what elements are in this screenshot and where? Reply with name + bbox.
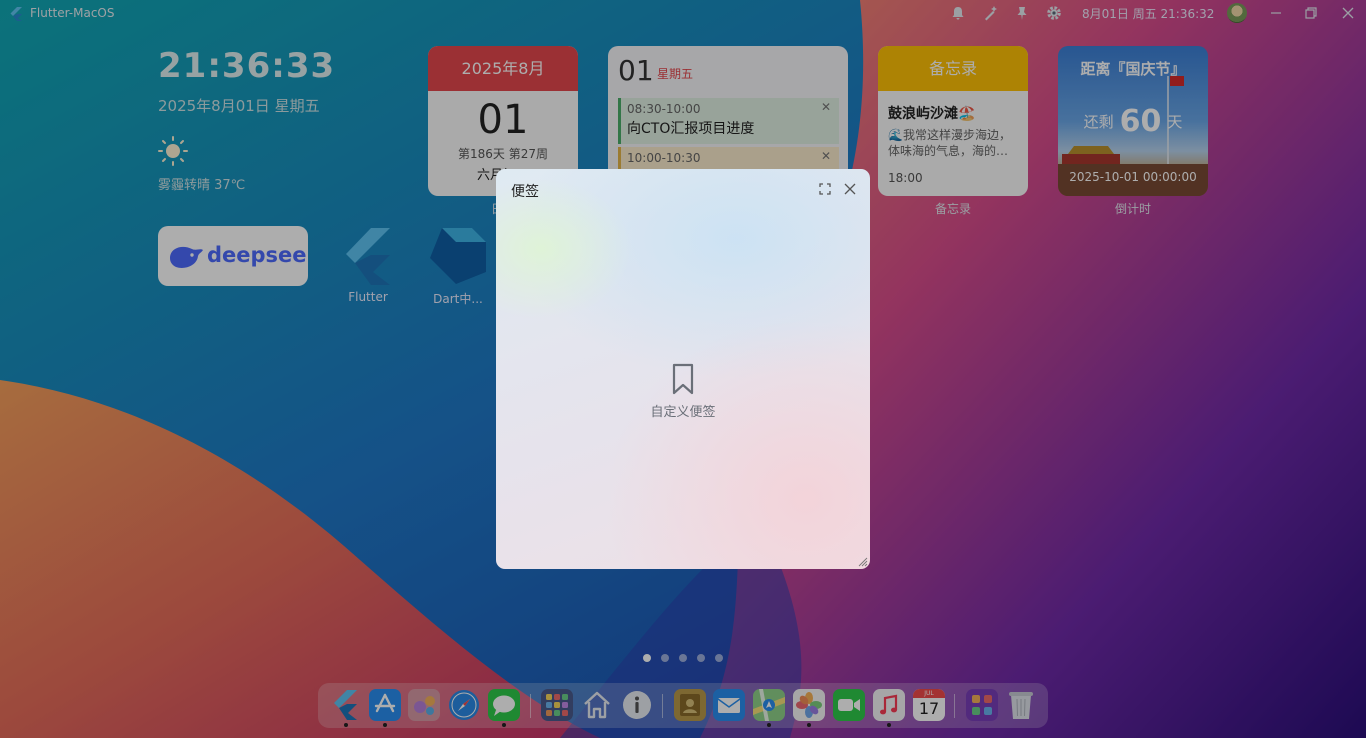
schedule-item-time: 10:00-10:30 (627, 151, 701, 165)
countdown-suffix: 天 (1167, 113, 1183, 131)
resize-grip-icon[interactable] (858, 557, 868, 567)
flutter-icon[interactable] (330, 689, 362, 721)
info-icon[interactable] (621, 689, 653, 721)
page-indicator (643, 654, 727, 664)
flutter-logo-icon (10, 7, 22, 21)
deepseek-whale-icon (170, 246, 203, 268)
window-close-icon[interactable] (1340, 5, 1356, 21)
mail-icon[interactable] (713, 689, 745, 721)
launchpad-icon[interactable] (541, 689, 573, 721)
running-indicator (807, 723, 811, 727)
clock-time: 21:36:33 (158, 46, 336, 86)
schedule-item-title: 向CTO汇报项目进度 (627, 121, 755, 137)
app-name: Flutter-MacOS (30, 6, 115, 20)
countdown-date: 2025-10-01 00:00:00 (1069, 170, 1197, 184)
app-store-icon[interactable] (369, 689, 401, 721)
schedule-item-time: 08:30-10:00 (627, 102, 701, 116)
sticky-note-dialog: 便签 自定义便签 (496, 169, 870, 569)
running-indicator (887, 723, 891, 727)
page-dot[interactable] (643, 654, 651, 662)
avatar[interactable] (1227, 3, 1247, 23)
music-icon[interactable] (873, 689, 905, 721)
countdown-days: 60 (1119, 104, 1162, 139)
safari-icon[interactable] (448, 689, 480, 721)
page-dot[interactable] (679, 654, 687, 662)
game-center-icon[interactable] (408, 689, 440, 721)
flutter-app-icon[interactable] (338, 226, 398, 286)
calendar-header: 2025年8月 (428, 46, 578, 91)
apps-folder-icon[interactable] (966, 689, 998, 721)
empty-note-label: 自定义便签 (650, 405, 716, 420)
running-indicator (502, 723, 506, 727)
dock-separator (954, 694, 955, 718)
calendar-icon-day: 17 (918, 699, 940, 718)
deepseek-app[interactable]: deepseek (158, 226, 308, 286)
memo-body: 🌊我常这样漫步海边，体味海的气息，海的… (888, 128, 1011, 158)
remove-icon[interactable]: ✕ (821, 149, 831, 163)
running-indicator (767, 723, 771, 727)
menubar-datetime: 8月01日 周五 21:36:32 (1082, 7, 1215, 21)
countdown-remaining: 还剩 60 天 (1058, 104, 1208, 139)
schedule-weekday: 星期五 (657, 67, 694, 81)
fullscreen-icon[interactable] (817, 181, 833, 197)
running-indicator (344, 723, 348, 727)
running-indicator (383, 723, 387, 727)
countdown-prefix: 还剩 (1083, 113, 1114, 131)
contacts-icon[interactable] (674, 689, 706, 721)
countdown-title: 距离『国庆节』 (1080, 60, 1186, 78)
remove-icon[interactable]: ✕ (821, 100, 831, 114)
clock-date: 2025年8月01日 星期五 (158, 97, 320, 115)
minimize-icon[interactable] (1268, 5, 1284, 21)
dart-app-label: Dart中... (433, 292, 483, 306)
countdown-widget[interactable]: 距离『国庆节』 还剩 60 天 2025-10-01 00:00:00 (1058, 46, 1208, 196)
memo-widget[interactable]: 备忘录 鼓浪屿沙滩🏖️ 🌊我常这样漫步海边，体味海的气息，海的… 18:00 (878, 46, 1028, 196)
deepseek-label: deepseek (207, 243, 308, 267)
facetime-icon[interactable] (833, 689, 865, 721)
bell-icon[interactable] (950, 5, 966, 21)
page-dot[interactable] (697, 654, 705, 662)
schedule-item[interactable]: 08:30-10:00 向CTO汇报项目进度 ✕ (618, 98, 839, 144)
restore-icon[interactable] (1303, 5, 1319, 21)
dock: JUL 17 (318, 683, 1048, 728)
page-dot[interactable] (715, 654, 723, 662)
memo-label: 备忘录 (934, 202, 971, 216)
countdown-label: 倒计时 (1114, 202, 1151, 216)
gear-icon[interactable] (1046, 5, 1062, 21)
dart-app-icon[interactable] (428, 226, 488, 286)
dock-separator (530, 694, 531, 718)
sun-icon (158, 136, 188, 166)
calendar-icon-month: JUL (913, 689, 945, 698)
calendar-week-info: 第186天 第27周 (458, 147, 548, 161)
magic-wand-icon[interactable] (983, 5, 999, 21)
close-icon[interactable] (842, 181, 858, 197)
weather-text: 雾霾转晴 37℃ (158, 178, 246, 193)
trash-icon[interactable] (1005, 689, 1037, 721)
calendar-day: 01 (477, 97, 529, 143)
memo-time: 18:00 (888, 171, 923, 185)
dock-separator (662, 694, 663, 718)
pin-icon[interactable] (1014, 5, 1030, 21)
maps-icon[interactable] (753, 689, 785, 721)
calendar-icon[interactable]: JUL 17 (913, 689, 945, 721)
messages-icon[interactable] (488, 689, 520, 721)
bookmark-icon (672, 363, 694, 395)
memo-header: 备忘录 (878, 46, 1028, 91)
menu-bar: Flutter-MacOS 8月01日 周五 21:36:32 (0, 0, 1366, 27)
memo-title: 鼓浪屿沙滩🏖️ (888, 106, 976, 122)
schedule-day: 01 (618, 54, 654, 87)
flutter-app-label: Flutter (348, 290, 388, 304)
photos-icon[interactable] (793, 689, 825, 721)
page-dot[interactable] (661, 654, 669, 662)
home-icon[interactable] (581, 689, 613, 721)
dialog-title: 便签 (511, 184, 539, 200)
